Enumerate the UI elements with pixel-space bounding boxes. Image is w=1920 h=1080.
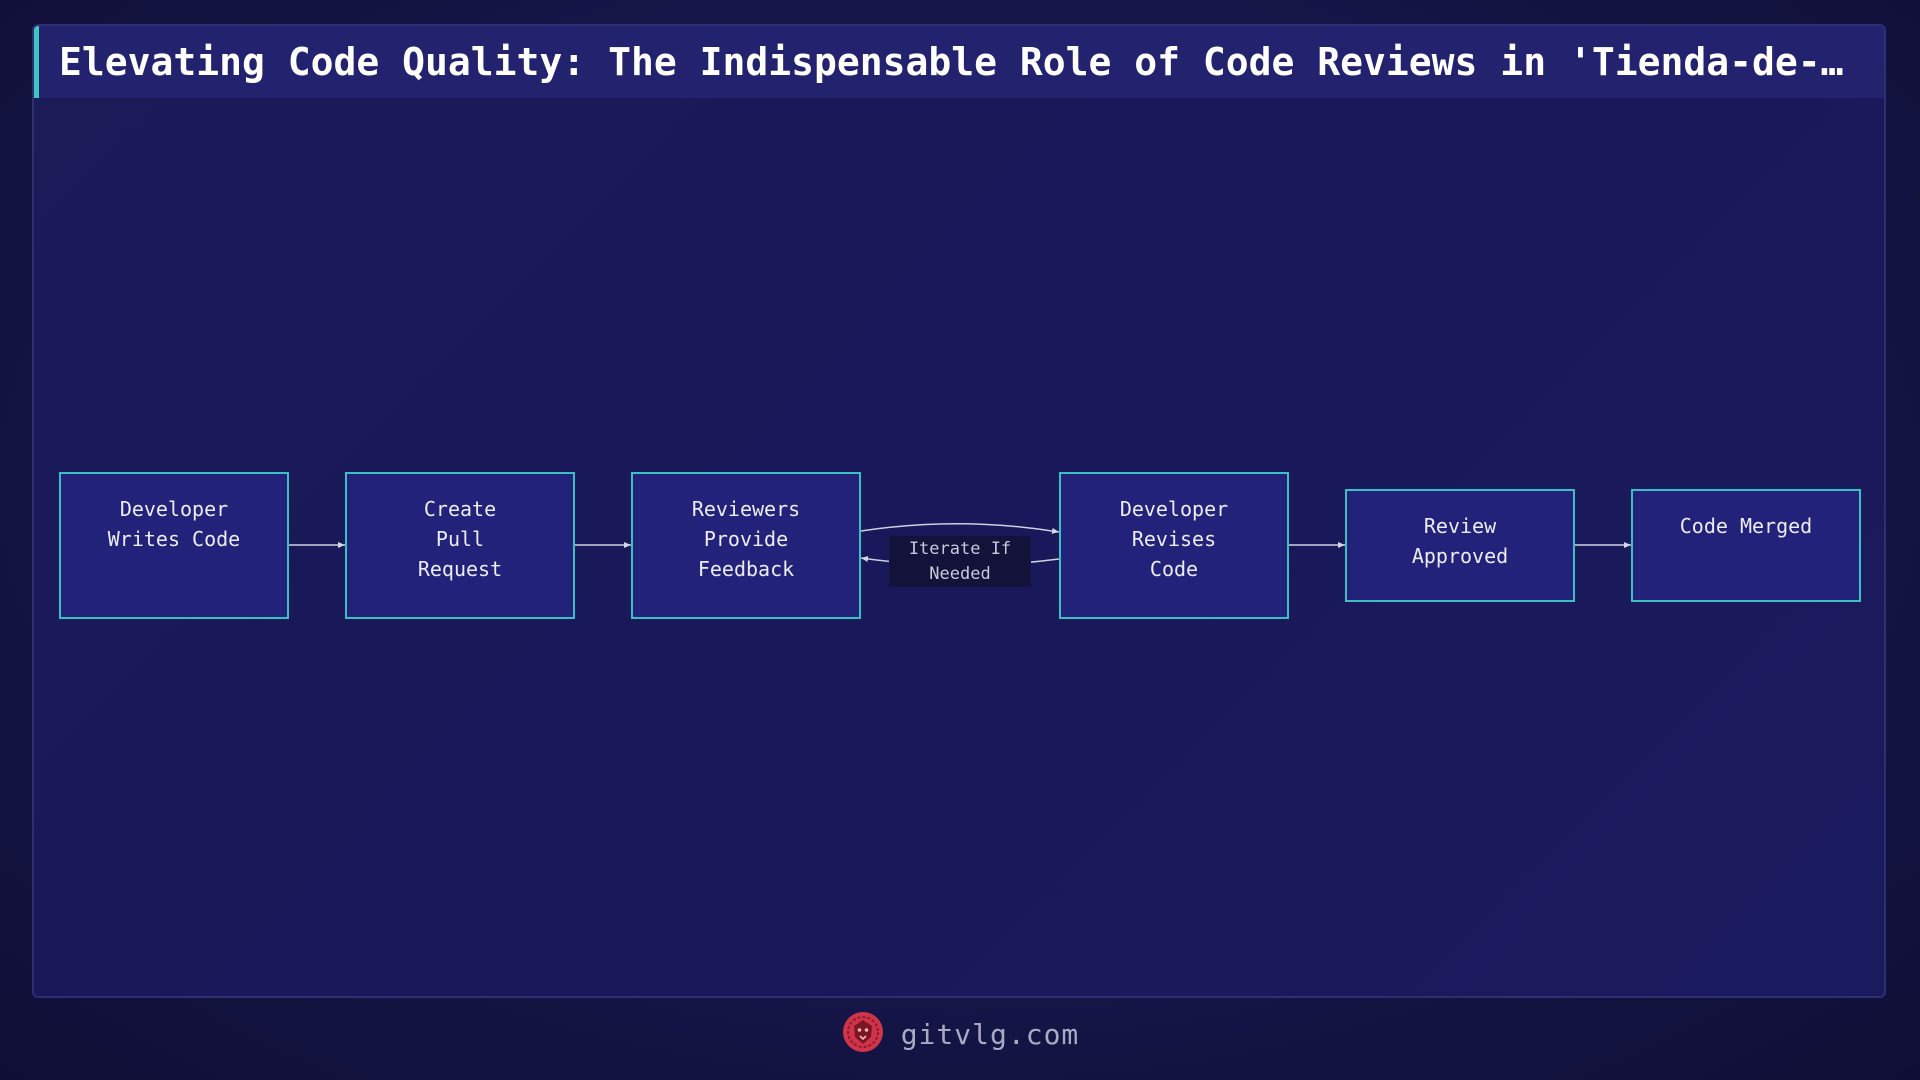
node-code-merged: Code Merged (1631, 489, 1861, 602)
node-label: Developer Revises Code (1119, 497, 1229, 581)
node-review-approved: Review Approved (1345, 489, 1575, 602)
node-reviewers-provide-feedback: Reviewers Provide Feedback (631, 472, 861, 619)
node-label: Create Pull Request (417, 497, 503, 581)
footer: gitvlg.com (0, 1010, 1920, 1060)
node-developer-revises-code: Developer Revises Code (1059, 472, 1289, 619)
iterate-edge-label: Iterate If Needed (889, 536, 1031, 587)
node-developer-writes-code: Developer Writes Code (59, 472, 289, 619)
slide: Elevating Code Quality: The Indispensabl… (0, 0, 1920, 1080)
node-label: Code Merged (1679, 514, 1813, 538)
footer-brand[interactable]: gitvlg.com (901, 1018, 1080, 1051)
lion-head-icon (841, 1010, 885, 1058)
node-label: Review Approved (1411, 514, 1509, 568)
edge-feedback-to-revise (860, 523, 1060, 534)
node-label: Reviewers Provide Feedback (691, 497, 801, 581)
node-create-pull-request: Create Pull Request (345, 472, 575, 619)
node-label: Developer Writes Code (107, 497, 241, 551)
